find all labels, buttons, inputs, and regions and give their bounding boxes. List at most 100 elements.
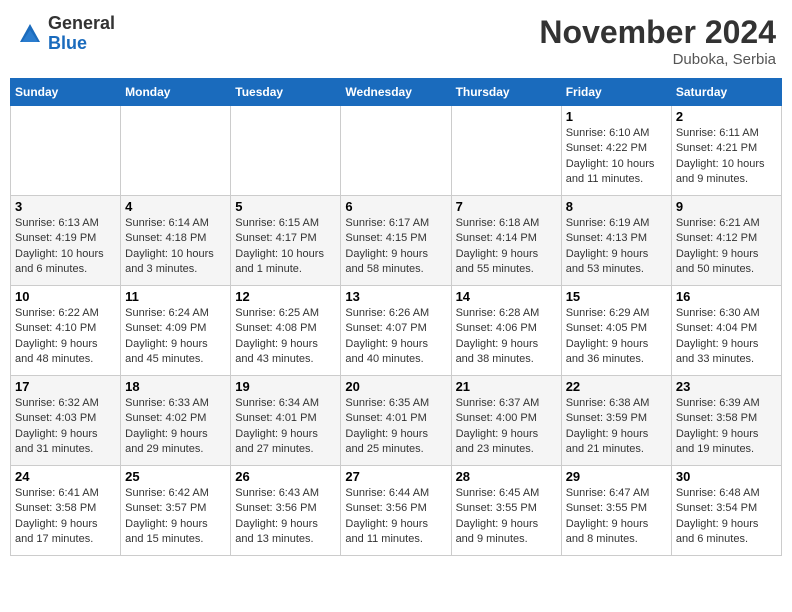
- day-info: Sunrise: 6:11 AM Sunset: 4:21 PM Dayligh…: [676, 126, 777, 188]
- day-number: 2: [676, 109, 777, 124]
- logo-icon: [16, 20, 44, 48]
- day-number: 17: [15, 379, 116, 394]
- day-number: 26: [235, 469, 336, 484]
- calendar-cell: 20Sunrise: 6:35 AM Sunset: 4:01 PM Dayli…: [341, 376, 451, 466]
- title-block: November 2024 Duboka, Serbia: [539, 14, 776, 68]
- day-number: 7: [456, 199, 557, 214]
- day-number: 25: [125, 469, 226, 484]
- day-number: 22: [566, 379, 667, 394]
- day-number: 18: [125, 379, 226, 394]
- calendar-cell: 12Sunrise: 6:25 AM Sunset: 4:08 PM Dayli…: [231, 286, 341, 376]
- day-number: 19: [235, 379, 336, 394]
- calendar-cell: 23 Sunrise: 6:39 AM Sunset: 3:58 PM Dayli…: [671, 376, 781, 466]
- calendar-cell: 22 Sunrise: 6:38 AM Sunset: 3:59 PM Dayli…: [561, 376, 671, 466]
- day-number: 5: [235, 199, 336, 214]
- day-number: 27: [345, 469, 446, 484]
- day-of-week-header: Friday: [561, 79, 671, 106]
- day-number: 10: [15, 289, 116, 304]
- day-info: Sunrise: 6:22 AM Sunset: 4:10 PM Dayligh…: [15, 306, 116, 368]
- calendar-cell: 8 Sunrise: 6:19 AM Sunset: 4:13 PM Daylig…: [561, 196, 671, 286]
- calendar-cell: 24 Sunrise: 6:41 AM Sunset: 3:58 PM Dayli…: [11, 466, 121, 556]
- day-number: 29: [566, 469, 667, 484]
- day-number: 24: [15, 469, 116, 484]
- calendar-week-row: 1 Sunrise: 6:10 AM Sunset: 4:22 PM Daylig…: [11, 106, 782, 196]
- logo-general: General: [48, 14, 115, 34]
- day-info: Sunrise: 6:32 AM Sunset: 4:03 PM Dayligh…: [15, 396, 116, 458]
- calendar-cell: 14Sunrise: 6:28 AM Sunset: 4:06 PM Dayli…: [451, 286, 561, 376]
- day-info: Sunrise: 6:13 AM Sunset: 4:19 PM Dayligh…: [15, 216, 116, 278]
- day-of-week-header: Sunday: [11, 79, 121, 106]
- day-number: 8: [566, 199, 667, 214]
- day-number: 20: [345, 379, 446, 394]
- day-number: 13: [345, 289, 446, 304]
- calendar-cell: 28 Sunrise: 6:45 AM Sunset: 3:55 PM Dayli…: [451, 466, 561, 556]
- day-info: Sunrise: 6:15 AM Sunset: 4:17 PM Dayligh…: [235, 216, 336, 278]
- calendar-cell: 16 Sunrise: 6:30 AM Sunset: 4:04 PM Dayli…: [671, 286, 781, 376]
- calendar-cell: [231, 106, 341, 196]
- day-info: Sunrise: 6:18 AM Sunset: 4:14 PM Dayligh…: [456, 216, 557, 278]
- calendar-cell: 4 Sunrise: 6:14 AM Sunset: 4:18 PM Daylig…: [121, 196, 231, 286]
- day-number: 21: [456, 379, 557, 394]
- logo-blue: Blue: [48, 34, 115, 54]
- day-info: Sunrise: 6:19 AM Sunset: 4:13 PM Dayligh…: [566, 216, 667, 278]
- calendar-week-row: 3 Sunrise: 6:13 AM Sunset: 4:19 PM Daylig…: [11, 196, 782, 286]
- day-info: Sunrise: 6:42 AM Sunset: 3:57 PM Dayligh…: [125, 486, 226, 548]
- day-info: Sunrise: 6:34 AM Sunset: 4:01 PM Dayligh…: [235, 396, 336, 458]
- day-number: 30: [676, 469, 777, 484]
- calendar-cell: 13Sunrise: 6:26 AM Sunset: 4:07 PM Dayli…: [341, 286, 451, 376]
- calendar-cell: [341, 106, 451, 196]
- day-info: Sunrise: 6:28 AM Sunset: 4:06 PM Dayligh…: [456, 306, 557, 368]
- calendar-cell: 27 Sunrise: 6:44 AM Sunset: 3:56 PM Dayli…: [341, 466, 451, 556]
- day-info: Sunrise: 6:48 AM Sunset: 3:54 PM Dayligh…: [676, 486, 777, 548]
- calendar-cell: 6 Sunrise: 6:17 AM Sunset: 4:15 PM Daylig…: [341, 196, 451, 286]
- calendar-cell: 30 Sunrise: 6:48 AM Sunset: 3:54 PM Dayli…: [671, 466, 781, 556]
- calendar-cell: 5 Sunrise: 6:15 AM Sunset: 4:17 PM Daylig…: [231, 196, 341, 286]
- calendar-cell: 29Sunrise: 6:47 AM Sunset: 3:55 PM Dayli…: [561, 466, 671, 556]
- day-number: 6: [345, 199, 446, 214]
- calendar-week-row: 10 Sunrise: 6:22 AM Sunset: 4:10 PM Dayli…: [11, 286, 782, 376]
- calendar-cell: 3 Sunrise: 6:13 AM Sunset: 4:19 PM Daylig…: [11, 196, 121, 286]
- day-number: 28: [456, 469, 557, 484]
- calendar-cell: 25 Sunrise: 6:42 AM Sunset: 3:57 PM Dayli…: [121, 466, 231, 556]
- page-header: General Blue November 2024 Duboka, Serbi…: [10, 10, 782, 72]
- calendar-cell: 18 Sunrise: 6:33 AM Sunset: 4:02 PM Dayli…: [121, 376, 231, 466]
- day-info: Sunrise: 6:45 AM Sunset: 3:55 PM Dayligh…: [456, 486, 557, 548]
- day-of-week-header: Monday: [121, 79, 231, 106]
- day-info: Sunrise: 6:14 AM Sunset: 4:18 PM Dayligh…: [125, 216, 226, 278]
- calendar-body: 1 Sunrise: 6:10 AM Sunset: 4:22 PM Daylig…: [11, 106, 782, 556]
- day-info: Sunrise: 6:39 AM Sunset: 3:58 PM Dayligh…: [676, 396, 777, 458]
- calendar-cell: 15Sunrise: 6:29 AM Sunset: 4:05 PM Dayli…: [561, 286, 671, 376]
- location: Duboka, Serbia: [539, 51, 776, 68]
- day-info: Sunrise: 6:17 AM Sunset: 4:15 PM Dayligh…: [345, 216, 446, 278]
- calendar-cell: [11, 106, 121, 196]
- day-info: Sunrise: 6:37 AM Sunset: 4:00 PM Dayligh…: [456, 396, 557, 458]
- day-info: Sunrise: 6:43 AM Sunset: 3:56 PM Dayligh…: [235, 486, 336, 548]
- calendar-cell: [121, 106, 231, 196]
- day-number: 23: [676, 379, 777, 394]
- day-number: 3: [15, 199, 116, 214]
- calendar-cell: [451, 106, 561, 196]
- day-info: Sunrise: 6:29 AM Sunset: 4:05 PM Dayligh…: [566, 306, 667, 368]
- day-info: Sunrise: 6:30 AM Sunset: 4:04 PM Dayligh…: [676, 306, 777, 368]
- calendar-cell: 10 Sunrise: 6:22 AM Sunset: 4:10 PM Dayli…: [11, 286, 121, 376]
- calendar-cell: 1 Sunrise: 6:10 AM Sunset: 4:22 PM Daylig…: [561, 106, 671, 196]
- day-number: 16: [676, 289, 777, 304]
- day-info: Sunrise: 6:25 AM Sunset: 4:08 PM Dayligh…: [235, 306, 336, 368]
- calendar-cell: 17 Sunrise: 6:32 AM Sunset: 4:03 PM Dayli…: [11, 376, 121, 466]
- day-number: 11: [125, 289, 226, 304]
- day-info: Sunrise: 6:10 AM Sunset: 4:22 PM Dayligh…: [566, 126, 667, 188]
- day-info: Sunrise: 6:44 AM Sunset: 3:56 PM Dayligh…: [345, 486, 446, 548]
- calendar-header-row: SundayMondayTuesdayWednesdayThursdayFrid…: [11, 79, 782, 106]
- day-info: Sunrise: 6:24 AM Sunset: 4:09 PM Dayligh…: [125, 306, 226, 368]
- day-of-week-header: Thursday: [451, 79, 561, 106]
- day-of-week-header: Tuesday: [231, 79, 341, 106]
- day-number: 1: [566, 109, 667, 124]
- calendar-cell: 26 Sunrise: 6:43 AM Sunset: 3:56 PM Dayli…: [231, 466, 341, 556]
- day-info: Sunrise: 6:33 AM Sunset: 4:02 PM Dayligh…: [125, 396, 226, 458]
- logo: General Blue: [16, 14, 115, 54]
- day-info: Sunrise: 6:21 AM Sunset: 4:12 PM Dayligh…: [676, 216, 777, 278]
- calendar-cell: 7 Sunrise: 6:18 AM Sunset: 4:14 PM Daylig…: [451, 196, 561, 286]
- day-info: Sunrise: 6:41 AM Sunset: 3:58 PM Dayligh…: [15, 486, 116, 548]
- day-info: Sunrise: 6:38 AM Sunset: 3:59 PM Dayligh…: [566, 396, 667, 458]
- day-number: 4: [125, 199, 226, 214]
